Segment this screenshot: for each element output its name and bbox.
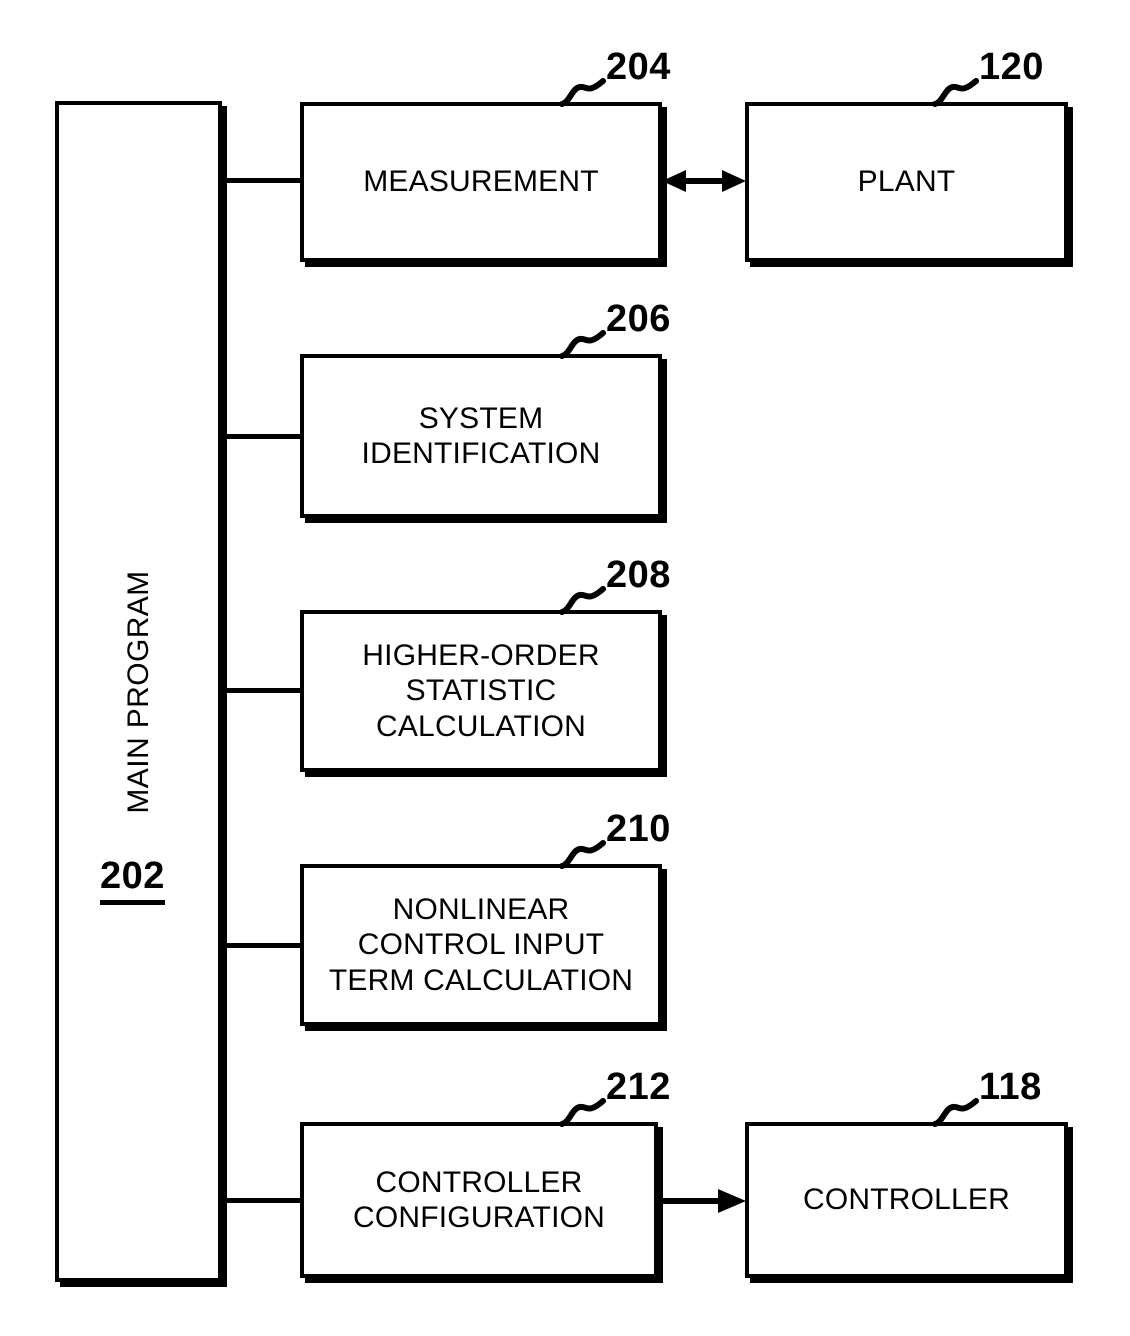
main-program-block: MAIN PROGRAM xyxy=(55,101,222,1282)
ref-210: 210 xyxy=(606,808,671,850)
block-higher-order-statistic-label: HIGHER-ORDER STATISTIC CALCULATION xyxy=(362,638,600,743)
connector-bar-to-measurement xyxy=(222,178,302,183)
block-system-identification: SYSTEM IDENTIFICATION xyxy=(300,354,662,518)
ref-206: 206 xyxy=(606,298,671,340)
leader-line-120 xyxy=(933,78,979,107)
block-measurement-label: MEASUREMENT xyxy=(363,165,599,199)
block-measurement: MEASUREMENT xyxy=(300,102,662,262)
arrow-controller-configuration-to-controller xyxy=(658,1189,746,1213)
patent-figure: MAIN PROGRAM 202 MEASUREMENT 204 PLANT 1… xyxy=(0,0,1130,1336)
connector-bar-to-nonlinear-control-input xyxy=(222,943,302,948)
ref-202: 202 xyxy=(100,855,165,905)
block-plant-label: PLANT xyxy=(857,165,956,199)
leader-line-204 xyxy=(560,78,606,107)
block-system-identification-label: SYSTEM IDENTIFICATION xyxy=(361,401,601,470)
leader-line-118 xyxy=(933,1098,979,1127)
block-nonlinear-control-input: NONLINEAR CONTROL INPUT TERM CALCULATION xyxy=(300,864,662,1026)
ref-204: 204 xyxy=(606,46,671,88)
leader-line-206 xyxy=(560,330,606,359)
main-program-label: MAIN PROGRAM xyxy=(121,569,155,814)
block-plant: PLANT xyxy=(745,102,1068,262)
leader-line-210 xyxy=(560,840,606,869)
block-higher-order-statistic: HIGHER-ORDER STATISTIC CALCULATION xyxy=(300,610,662,772)
block-controller-configuration: CONTROLLER CONFIGURATION xyxy=(300,1122,658,1278)
leader-line-208 xyxy=(560,586,606,615)
block-controller-label: CONTROLLER xyxy=(802,1183,1011,1217)
ref-208: 208 xyxy=(606,554,671,596)
block-controller: CONTROLLER xyxy=(745,1122,1068,1278)
block-nonlinear-control-input-label: NONLINEAR CONTROL INPUT TERM CALCULATION xyxy=(328,892,634,997)
ref-118: 118 xyxy=(979,1066,1042,1108)
ref-120: 120 xyxy=(979,46,1044,88)
connector-bar-to-controller-configuration xyxy=(222,1198,302,1203)
block-controller-configuration-label: CONTROLLER CONFIGURATION xyxy=(352,1165,606,1234)
leader-line-212 xyxy=(560,1098,606,1127)
connector-bar-to-system-identification xyxy=(222,434,302,439)
arrow-measurement-plant xyxy=(662,170,746,192)
ref-212: 212 xyxy=(606,1066,671,1108)
connector-bar-to-higher-order-statistic xyxy=(222,688,302,693)
